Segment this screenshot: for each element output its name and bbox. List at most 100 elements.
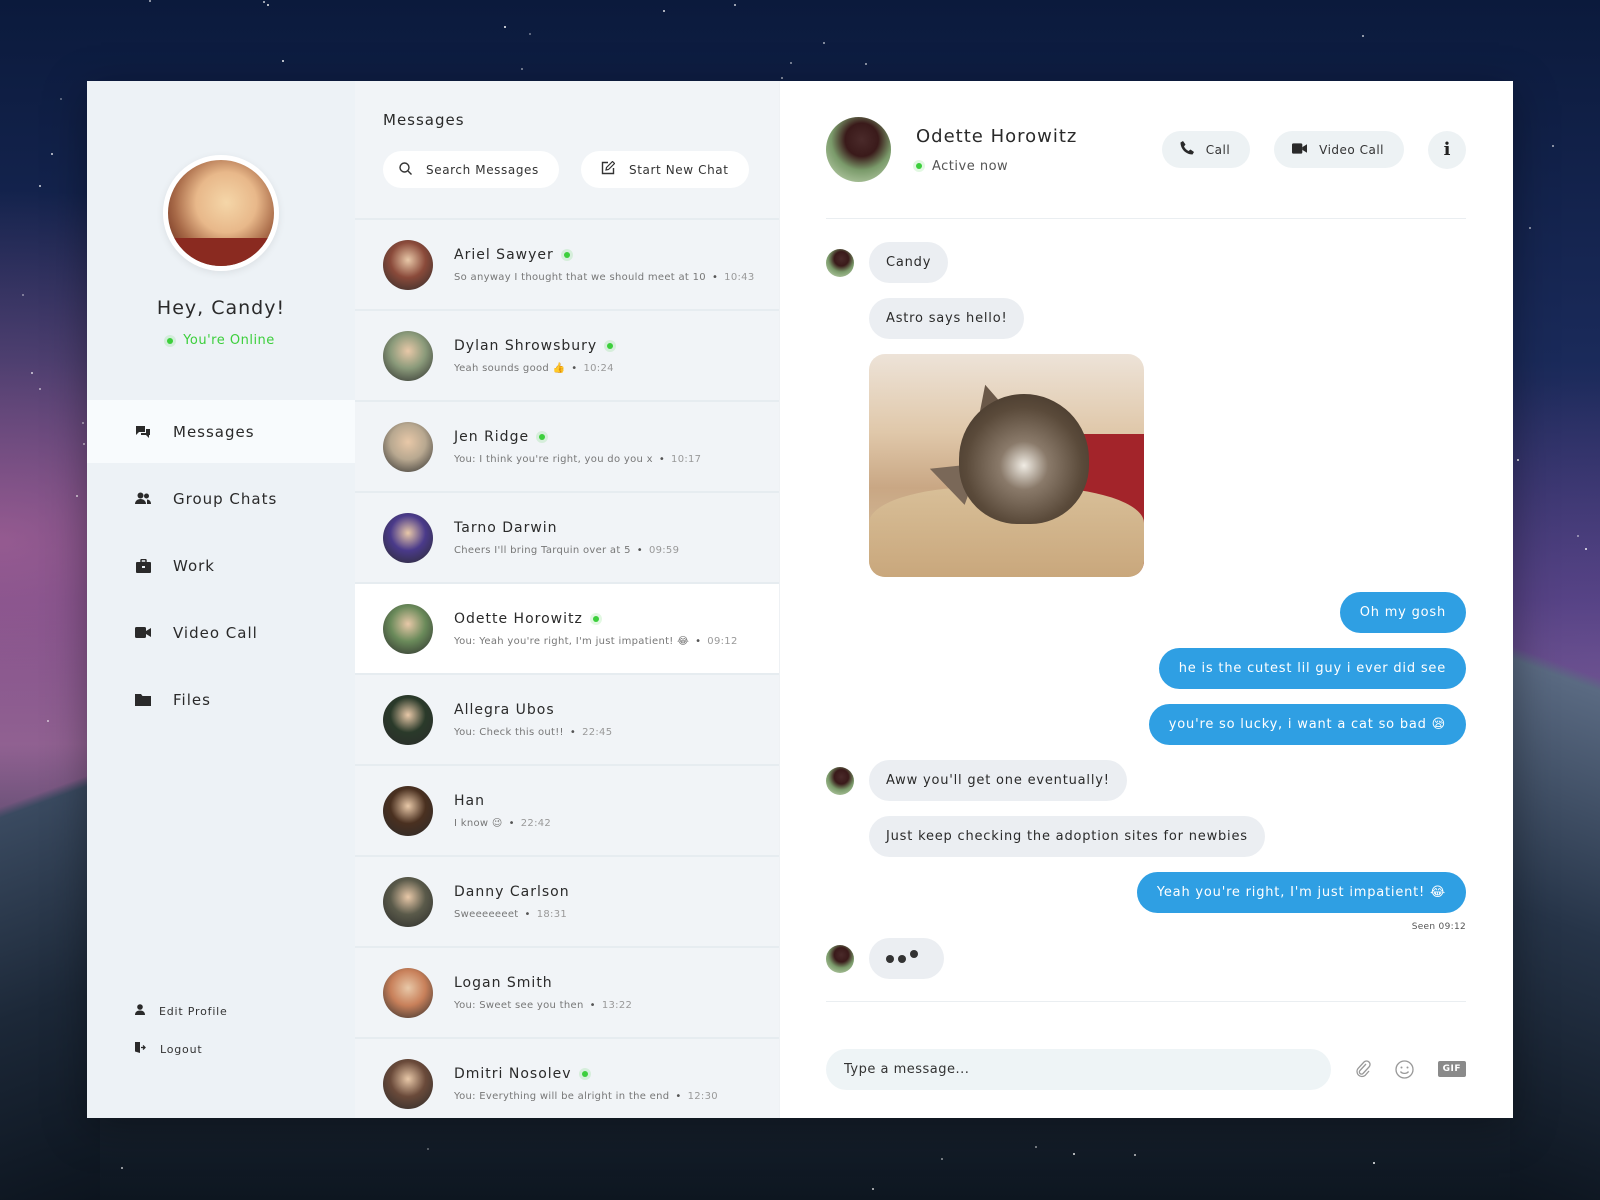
star: [1576, 534, 1579, 537]
star: [528, 33, 531, 35]
conversation-name: Dylan Shrowsbury: [454, 337, 598, 354]
online-dot-icon: [607, 342, 614, 349]
message-bubble: he is the cutest lil guy i ever did see: [1158, 648, 1466, 689]
sidebar-item-label: Messages: [173, 422, 255, 441]
conversation-preview-row: You: Check this out!! • 22:45: [454, 727, 612, 738]
video-camera-icon: [1292, 142, 1308, 157]
conversation-preview-row: You: Sweet see you then • 13:22: [454, 1000, 632, 1011]
typing-indicator: [869, 938, 944, 979]
conversation-name: Han: [454, 792, 485, 809]
star: [59, 98, 62, 101]
chat-header: Odette Horowitz Active now Call Video Ca…: [826, 81, 1466, 219]
conversation-item[interactable]: Allegra Ubos You: Check this out!! • 22:45: [355, 673, 779, 764]
logout-link[interactable]: Logout: [135, 1030, 228, 1068]
user-icon: [135, 1004, 145, 1018]
separator-dot: •: [508, 817, 515, 829]
user-avatar[interactable]: [163, 155, 279, 271]
online-dot-icon: [563, 251, 570, 258]
sender-avatar: [826, 248, 854, 277]
conversation-avatar: [383, 421, 433, 472]
separator-dot: •: [524, 908, 531, 920]
contact-avatar[interactable]: [826, 117, 891, 182]
sidebar-item-files[interactable]: Files: [87, 668, 355, 731]
start-new-chat-label: Start New Chat: [629, 162, 729, 177]
conversation-body: Han I know 😉 • 22:42: [454, 793, 551, 829]
conversation-item[interactable]: Dylan Shrowsbury Yeah sounds good 👍 • 10:2…: [355, 309, 779, 400]
online-dot-icon: [167, 337, 174, 344]
contact-status-label: Active now: [932, 158, 1009, 174]
sidebar-item-messages[interactable]: Messages: [87, 400, 355, 463]
conversation-item[interactable]: Danny Carlson Sweeeeeeet • 18:31: [355, 855, 779, 946]
background-mountain-right: [1510, 580, 1600, 1200]
conversation-name-row: Odette Horowitz: [454, 611, 738, 627]
star: [426, 1147, 429, 1150]
sidebar-item-video-call[interactable]: Video Call: [87, 601, 355, 664]
conversation-item[interactable]: Dmitri Nosolev You: Everything will be a…: [355, 1037, 779, 1118]
incoming-message: Candy: [826, 242, 1466, 283]
incoming-message: Astro says hello!: [826, 298, 1466, 339]
conversation-item[interactable]: Odette Horowitz You: Yeah you're right, …: [355, 582, 779, 673]
star: [1373, 1162, 1376, 1165]
edit-profile-label: Edit Profile: [159, 1004, 228, 1018]
sidebar: Hey, Candy! You're Online Messages Group…: [87, 81, 355, 1118]
conversation-avatar: [383, 785, 433, 836]
sidebar-item-work[interactable]: Work: [87, 534, 355, 597]
online-dot-icon: [916, 163, 922, 169]
typing-dot: [910, 949, 918, 958]
sidebar-item-label: Video Call: [173, 623, 258, 642]
call-button[interactable]: Call: [1161, 131, 1251, 168]
seen-receipt: Seen 09:12: [1411, 922, 1466, 932]
info-button[interactable]: i: [1428, 130, 1466, 169]
conversation-time: 09:59: [648, 544, 680, 556]
edit-profile-link[interactable]: Edit Profile: [135, 992, 228, 1030]
incoming-message: Just keep checking the adoption sites fo…: [826, 816, 1466, 857]
conversation-item[interactable]: Han I know 😉 • 22:42: [355, 764, 779, 855]
star: [21, 294, 24, 297]
conversation-list-actions: Search Messages Start New Chat: [383, 151, 751, 188]
conversation-list-title: Messages: [383, 111, 465, 129]
conversation-item[interactable]: Tarno Darwin Cheers I'll bring Tarquin o…: [355, 491, 779, 582]
conversation-preview-row: Yeah sounds good 👍 • 10:24: [454, 363, 614, 374]
conversation-time: 13:22: [601, 999, 633, 1011]
start-new-chat-button[interactable]: Start New Chat: [581, 151, 749, 188]
conversation-time: 10:24: [583, 362, 614, 374]
search-messages-button[interactable]: Search Messages: [383, 151, 559, 188]
conversation-item[interactable]: Ariel Sawyer So anyway I thought that we…: [355, 218, 779, 309]
conversation-body: Jen Ridge You: I think you're right, you…: [454, 429, 701, 465]
online-dot-icon: [592, 615, 599, 622]
star: [1361, 34, 1364, 37]
conversation-preview: Sweeeeeeet: [454, 908, 519, 920]
star: [1584, 547, 1587, 550]
outgoing-message: he is the cutest lil guy i ever did see: [826, 648, 1466, 689]
conversation-preview: You: Yeah you're right, I'm just impatie…: [454, 635, 690, 647]
conversation-item[interactable]: Logan Smith You: Sweet see you then • 13:2…: [355, 946, 779, 1037]
conversation-name-row: Han: [454, 793, 551, 809]
star: [663, 10, 666, 13]
conversation-body: Logan Smith You: Sweet see you then • 13:2…: [454, 975, 632, 1011]
conversation-body: Tarno Darwin Cheers I'll bring Tarquin o…: [454, 520, 679, 556]
attach-paperclip-icon[interactable]: [1355, 1060, 1371, 1078]
star: [281, 60, 284, 63]
separator-dot: •: [636, 544, 643, 556]
folder-icon: [135, 692, 151, 708]
conversation-avatar: [383, 876, 433, 927]
conversation-item[interactable]: Jen Ridge You: I think you're right, you…: [355, 400, 779, 491]
gif-button[interactable]: GIF: [1437, 1061, 1466, 1077]
conversation-preview: You: I think you're right, you do you x: [454, 453, 653, 465]
sender-avatar: [826, 944, 854, 973]
sidebar-item-group-chats[interactable]: Group Chats: [87, 467, 355, 530]
conversation-name-row: Allegra Ubos: [454, 702, 612, 718]
message-composer: GIF: [826, 1001, 1466, 1118]
conversation-preview: I know 😉: [454, 817, 503, 829]
video-call-button[interactable]: Video Call: [1274, 131, 1404, 168]
emoji-smiley-icon[interactable]: [1394, 1059, 1414, 1079]
message-bubble: you're so lucky, i want a cat so bad 😪: [1148, 704, 1466, 745]
shared-kitten-image[interactable]: [869, 354, 1144, 577]
chat-bubbles-icon: [135, 424, 151, 440]
star: [823, 42, 826, 45]
star: [781, 76, 784, 79]
composer-tools: GIF: [1355, 1059, 1466, 1079]
message-input[interactable]: [826, 1048, 1331, 1090]
star: [120, 1167, 123, 1170]
conversation-time: 10:43: [724, 271, 755, 283]
